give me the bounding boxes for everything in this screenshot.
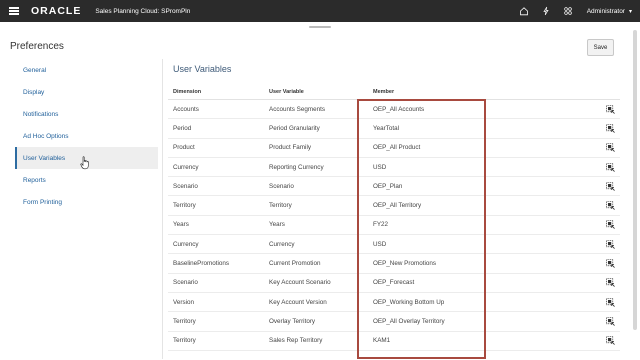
table-row: Currency Reporting Currency USD bbox=[168, 158, 620, 178]
cell-dimension: Scenario bbox=[173, 279, 198, 287]
cell-dimension: Territory bbox=[173, 337, 196, 345]
member-selector-icon[interactable] bbox=[605, 220, 615, 230]
nav-item-ad-hoc-options[interactable]: Ad Hoc Options bbox=[15, 125, 158, 147]
column-header-member: Member bbox=[373, 88, 395, 95]
cell-dimension: Currency bbox=[173, 240, 199, 248]
cell-user-variable: Territory bbox=[269, 202, 292, 210]
user-name: Administrator bbox=[586, 7, 625, 15]
member-selector-icon[interactable] bbox=[605, 104, 615, 114]
cell-user-variable: Period Granularity bbox=[269, 124, 320, 132]
cell-user-variable: Overlay Territory bbox=[269, 317, 316, 325]
column-header-user-variable: User Variable bbox=[269, 88, 304, 95]
cell-member[interactable]: FY22 bbox=[368, 221, 600, 228]
hand-cursor-icon bbox=[80, 156, 89, 170]
cell-member[interactable]: OEP_All Product bbox=[368, 144, 600, 151]
nav-item-form-printing[interactable]: Form Printing bbox=[15, 191, 158, 213]
cell-member[interactable]: KAM1 bbox=[368, 337, 600, 344]
cell-dimension: Scenario bbox=[173, 182, 198, 190]
scrollbar[interactable] bbox=[632, 30, 638, 354]
table-row: Currency Currency USD bbox=[168, 235, 620, 255]
member-selector-icon[interactable] bbox=[605, 162, 615, 172]
chevron-down-icon: ▾ bbox=[628, 8, 632, 15]
oracle-logo: ORACLE bbox=[31, 5, 82, 17]
top-bar: ORACLE Sales Planning Cloud: SPromPln Ad… bbox=[0, 0, 640, 22]
hamburger-menu-icon[interactable] bbox=[9, 7, 19, 15]
app-title: Sales Planning Cloud: SPromPln bbox=[95, 7, 191, 15]
cell-dimension: BaselinePromotions bbox=[173, 260, 230, 268]
cell-member[interactable]: OEP_All Accounts bbox=[368, 106, 600, 113]
cell-dimension: Territory bbox=[173, 202, 196, 210]
nav-divider bbox=[162, 59, 163, 359]
table-row: BaselinePromotions Current Promotion OEP_N… bbox=[168, 254, 620, 274]
member-selector-icon[interactable] bbox=[605, 124, 615, 133]
cell-dimension: Years bbox=[173, 221, 189, 229]
lightning-icon[interactable] bbox=[535, 0, 557, 22]
member-selector-icon[interactable] bbox=[605, 259, 615, 268]
nav-item-reports[interactable]: Reports bbox=[15, 169, 158, 191]
member-selector-icon[interactable] bbox=[605, 239, 615, 249]
table-row: Years Years FY22 bbox=[168, 216, 620, 236]
cell-member[interactable]: YearTotal bbox=[368, 125, 600, 132]
cell-member[interactable]: OEP_New Promotions bbox=[368, 260, 600, 267]
member-selector-icon[interactable] bbox=[605, 316, 615, 326]
member-selector-icon[interactable] bbox=[605, 297, 615, 307]
cell-member[interactable]: OEP_Plan bbox=[368, 183, 600, 190]
cell-dimension: Version bbox=[173, 298, 195, 306]
nav-item-general[interactable]: General bbox=[15, 59, 158, 81]
table-row: Version Key Account Version OEP_Working Bo… bbox=[168, 293, 620, 313]
preferences-nav: General Display Notifications Ad Hoc Opt… bbox=[15, 59, 158, 213]
member-selector-icon[interactable] bbox=[605, 181, 615, 191]
cell-dimension: Territory bbox=[173, 317, 196, 325]
table-row: Period Period Granularity YearTotal bbox=[168, 119, 620, 139]
user-variables-table: Dimension User Variable Member Accounts A… bbox=[168, 84, 620, 351]
cell-member[interactable]: OEP_Forecast bbox=[368, 279, 600, 286]
cell-member[interactable]: OEP_All Overlay Territory bbox=[368, 318, 600, 325]
member-selector-icon[interactable] bbox=[605, 143, 615, 153]
cell-user-variable: Reporting Currency bbox=[269, 163, 324, 171]
cell-user-variable: Product Family bbox=[269, 144, 311, 152]
save-button[interactable]: Save bbox=[587, 39, 614, 56]
user-menu[interactable]: Administrator ▾ bbox=[587, 8, 632, 15]
scrollbar-thumb[interactable] bbox=[633, 30, 637, 330]
section-title: User Variables bbox=[173, 64, 232, 74]
member-selector-icon[interactable] bbox=[605, 201, 615, 210]
cell-dimension: Accounts bbox=[173, 105, 199, 113]
table-row: Scenario Key Account Scenario OEP_Forecast bbox=[168, 274, 620, 293]
cell-user-variable: Currency bbox=[269, 240, 295, 248]
page-title: Preferences bbox=[10, 41, 64, 52]
column-header-dimension: Dimension bbox=[173, 88, 202, 95]
cell-dimension: Period bbox=[173, 124, 192, 132]
nav-item-notifications[interactable]: Notifications bbox=[15, 103, 158, 125]
home-icon[interactable] bbox=[513, 0, 535, 22]
cell-user-variable: Key Account Version bbox=[269, 298, 327, 306]
cell-member[interactable]: USD bbox=[368, 241, 600, 248]
cell-dimension: Product bbox=[173, 144, 195, 152]
table-header: Dimension User Variable Member bbox=[168, 84, 620, 100]
table-row: Territory Sales Rep Territory KAM1 bbox=[168, 332, 620, 351]
cell-user-variable: Sales Rep Territory bbox=[269, 337, 323, 345]
cell-member[interactable]: OEP_Working Bottom Up bbox=[368, 299, 600, 306]
drag-handle[interactable] bbox=[309, 26, 331, 28]
cell-member[interactable]: USD bbox=[368, 164, 600, 171]
grid-icon[interactable] bbox=[557, 0, 579, 22]
cell-member[interactable]: OEP_All Territory bbox=[368, 202, 600, 209]
table-row: Product Product Family OEP_All Product bbox=[168, 139, 620, 158]
member-selector-icon[interactable] bbox=[605, 278, 615, 288]
table-row: Accounts Accounts Segments OEP_All Account… bbox=[168, 100, 620, 120]
cell-user-variable: Key Account Scenario bbox=[269, 279, 331, 287]
cell-user-variable: Scenario bbox=[269, 182, 294, 190]
cell-user-variable: Current Promotion bbox=[269, 260, 321, 268]
table-row: Scenario Scenario OEP_Plan bbox=[168, 177, 620, 197]
cell-dimension: Currency bbox=[173, 163, 199, 171]
cell-user-variable: Years bbox=[269, 221, 285, 229]
table-row: Territory Territory OEP_All Territory bbox=[168, 196, 620, 216]
member-selector-icon[interactable] bbox=[605, 336, 615, 346]
cell-user-variable: Accounts Segments bbox=[269, 105, 326, 113]
nav-item-display[interactable]: Display bbox=[15, 81, 158, 103]
table-row: Territory Overlay Territory OEP_All Overla… bbox=[168, 312, 620, 332]
